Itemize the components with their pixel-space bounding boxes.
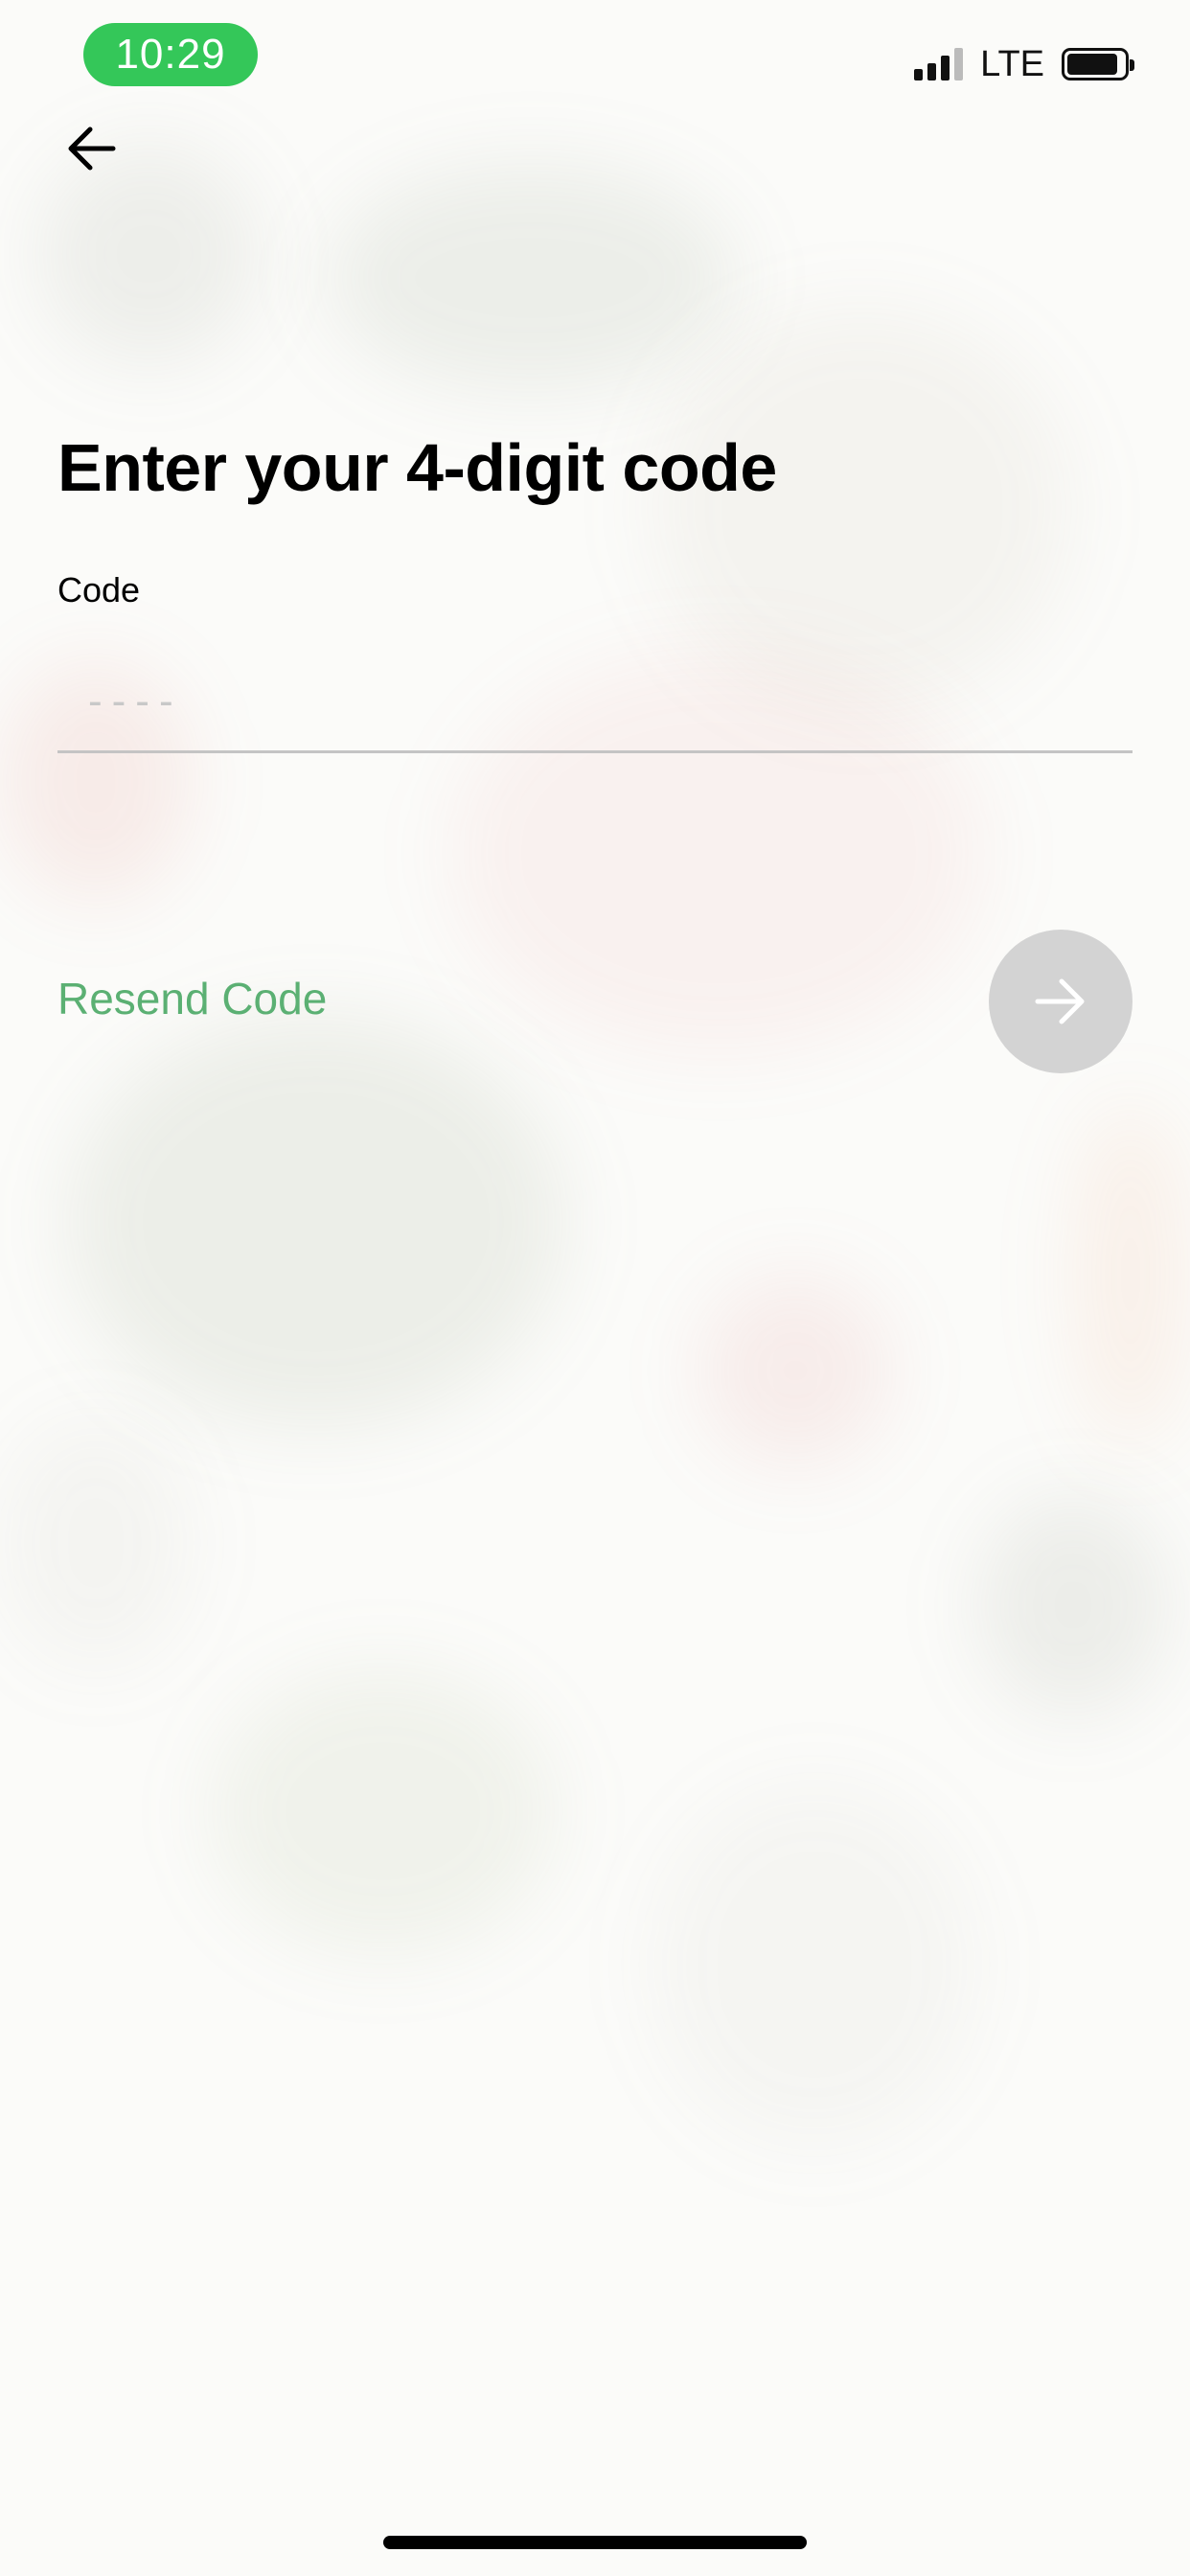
code-label: Code bbox=[57, 570, 141, 610]
resend-code-link[interactable]: Resend Code bbox=[57, 973, 327, 1024]
arrow-left-icon bbox=[68, 126, 116, 171]
code-input[interactable] bbox=[57, 652, 1133, 753]
battery-level bbox=[1067, 54, 1117, 75]
status-time: 10:29 bbox=[83, 23, 258, 86]
battery-icon bbox=[1062, 48, 1134, 80]
page-title: Enter your 4-digit code bbox=[57, 430, 777, 505]
status-indicators: LTE bbox=[914, 42, 1134, 86]
next-button[interactable] bbox=[989, 930, 1133, 1073]
back-button[interactable] bbox=[56, 113, 126, 184]
network-type: LTE bbox=[980, 43, 1044, 84]
signal-strength-icon bbox=[914, 48, 964, 80]
arrow-right-icon bbox=[1035, 978, 1085, 1024]
home-indicator[interactable] bbox=[383, 2536, 807, 2549]
